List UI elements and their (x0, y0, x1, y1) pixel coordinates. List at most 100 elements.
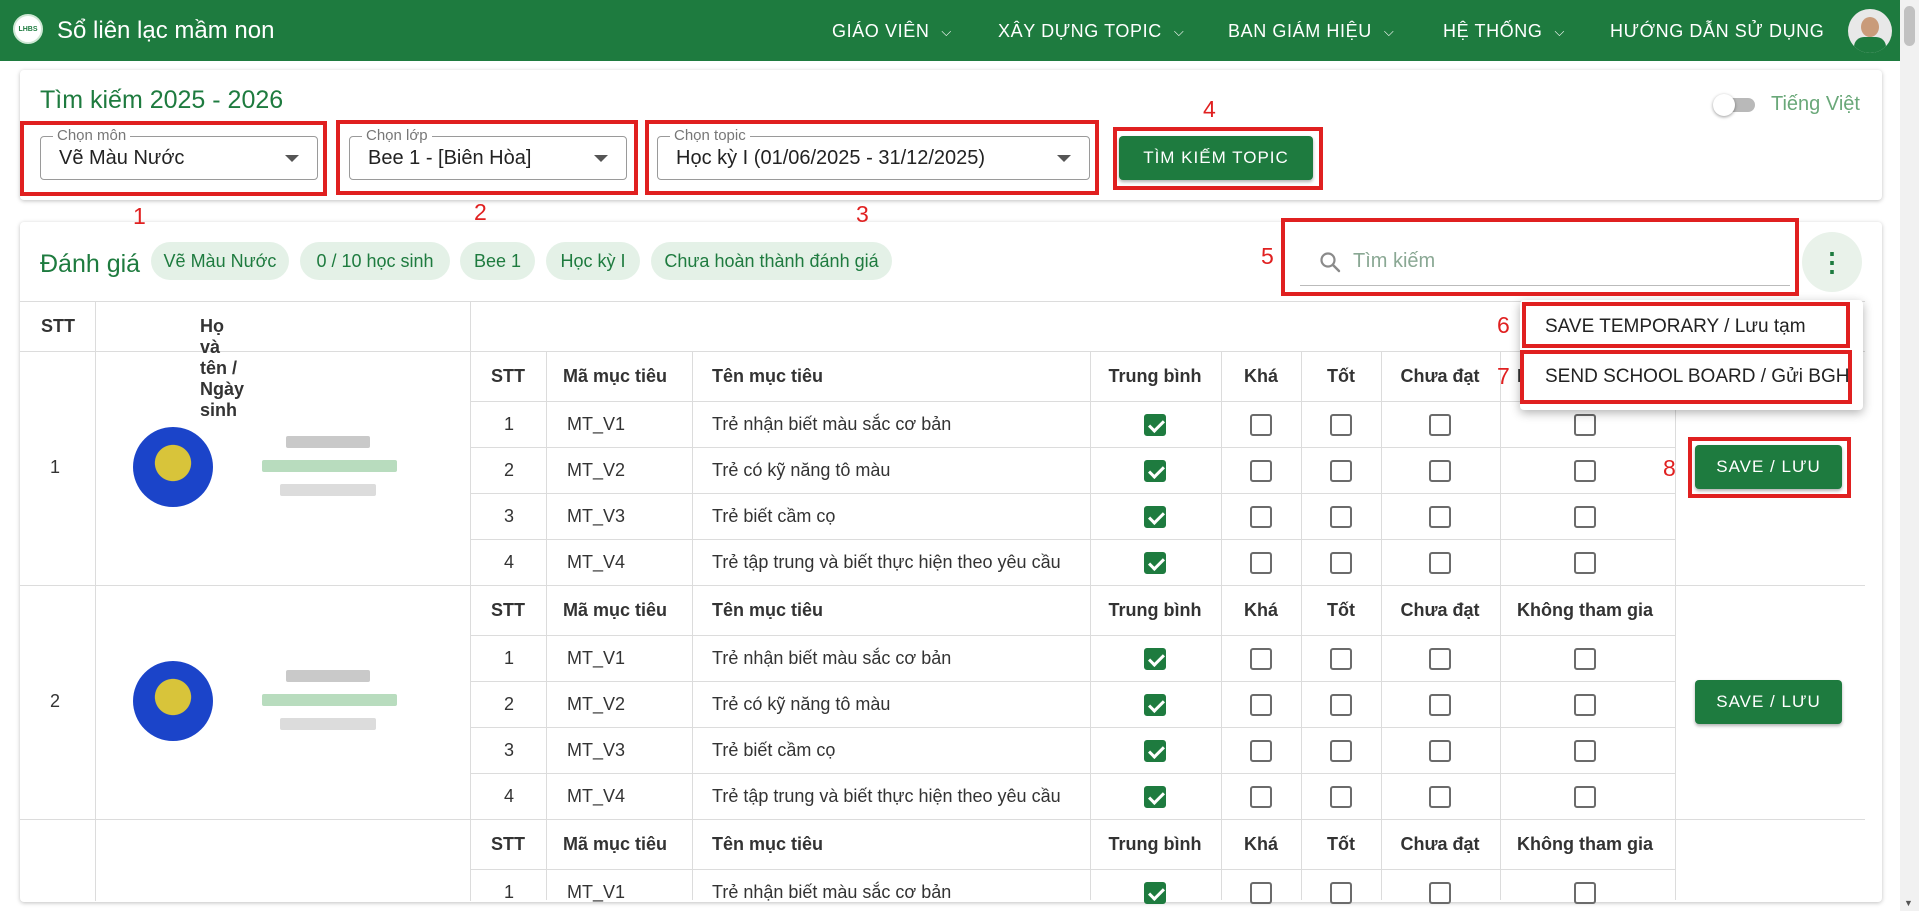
rating-checkbox[interactable] (1330, 552, 1352, 574)
sub-header-6: Chưa đạt (1400, 600, 1480, 620)
rating-checkbox[interactable] (1144, 694, 1166, 716)
row-divider (470, 819, 1675, 820)
save-student-button[interactable]: SAVE / LƯU (1695, 680, 1842, 724)
chevron-down-icon: ⌵ (1554, 23, 1565, 39)
sub-header-2: Tên mục tiêu (712, 366, 824, 386)
nav-build-topic[interactable]: XÂY DỰNG TOPIC ⌵ (998, 21, 1184, 42)
rating-checkbox[interactable] (1330, 694, 1352, 716)
rating-checkbox[interactable] (1574, 786, 1596, 808)
more-options-icon[interactable]: ⋮ (1802, 232, 1862, 292)
rating-checkbox[interactable] (1250, 882, 1272, 904)
sub-header-6: Chưa đạt (1400, 366, 1480, 386)
rating-checkbox[interactable] (1429, 506, 1451, 528)
sub-header-5: Tốt (1327, 600, 1355, 620)
goal-code: MT_V2 (567, 460, 626, 480)
rating-checkbox[interactable] (1144, 460, 1166, 482)
rating-checkbox[interactable] (1429, 552, 1451, 574)
rating-checkbox[interactable] (1574, 694, 1596, 716)
sub-header-6: Chưa đạt (1400, 834, 1480, 854)
rating-checkbox[interactable] (1144, 740, 1166, 762)
language-toggle[interactable] (1713, 94, 1759, 116)
student-stt: 1 (50, 457, 61, 477)
goal-code: MT_V4 (567, 786, 626, 806)
student-avatar (133, 661, 213, 741)
goal-stt: 3 (504, 506, 515, 526)
goal-name: Trẻ tập trung và biết thực hiện theo yêu… (712, 552, 1061, 572)
nav-label: XÂY DỰNG TOPIC (998, 21, 1162, 41)
goal-code: MT_V1 (567, 882, 626, 902)
scroll-down-arrow-icon[interactable]: ▼ (1904, 898, 1913, 908)
annotation-number-4: 4 (1203, 96, 1216, 122)
goal-code: MT_V2 (567, 694, 626, 714)
annotation-number-2: 2 (474, 199, 487, 225)
rating-checkbox[interactable] (1250, 694, 1272, 716)
rating-checkbox[interactable] (1250, 786, 1272, 808)
goal-code: MT_V1 (567, 414, 626, 434)
rating-checkbox[interactable] (1574, 414, 1596, 436)
annotation-box-5 (1281, 218, 1799, 296)
page-scrollbar[interactable]: ▼ (1900, 0, 1919, 911)
rating-checkbox[interactable] (1330, 414, 1352, 436)
annotation-box-3 (645, 120, 1099, 195)
nav-label: GIÁO VIÊN (832, 21, 930, 41)
chevron-down-icon: ⌵ (941, 23, 952, 39)
rating-checkbox[interactable] (1429, 786, 1451, 808)
rating-checkbox[interactable] (1144, 882, 1166, 904)
rating-checkbox[interactable] (1250, 648, 1272, 670)
row-divider (470, 635, 1675, 636)
rating-checkbox[interactable] (1330, 740, 1352, 762)
row-divider (470, 727, 1675, 728)
nav-guide[interactable]: HƯỚNG DẪN SỬ DỤNG (1610, 21, 1824, 42)
rating-checkbox[interactable] (1429, 740, 1451, 762)
rating-checkbox[interactable] (1144, 414, 1166, 436)
nav-system[interactable]: HỆ THỐNG ⌵ (1443, 21, 1565, 42)
sub-header-0: STT (491, 366, 525, 386)
rating-checkbox[interactable] (1330, 648, 1352, 670)
user-avatar[interactable] (1848, 9, 1892, 53)
chip-class: Bee 1 (460, 242, 535, 280)
annotation-box-4 (1113, 127, 1323, 190)
rating-checkbox[interactable] (1144, 506, 1166, 528)
rating-checkbox[interactable] (1574, 648, 1596, 670)
sub-header-1: Mã mục tiêu (562, 600, 668, 620)
rating-checkbox[interactable] (1429, 882, 1451, 904)
goal-code: MT_V1 (567, 648, 626, 668)
column-divider (1221, 586, 1222, 819)
rating-checkbox[interactable] (1144, 786, 1166, 808)
rating-checkbox[interactable] (1429, 648, 1451, 670)
rating-checkbox[interactable] (1574, 882, 1596, 904)
rating-checkbox[interactable] (1330, 786, 1352, 808)
rating-checkbox[interactable] (1144, 648, 1166, 670)
chevron-down-icon: ⌵ (1383, 23, 1395, 39)
student-stt: 2 (50, 691, 61, 711)
app-logo[interactable]: LHBS (13, 14, 43, 44)
rating-checkbox[interactable] (1330, 882, 1352, 904)
rating-checkbox[interactable] (1250, 414, 1272, 436)
blurred-student-dob (280, 484, 376, 496)
rating-checkbox[interactable] (1429, 694, 1451, 716)
annotation-box-1 (20, 121, 327, 196)
nav-label: BAN GIÁM HIỆU (1228, 21, 1372, 41)
rating-checkbox[interactable] (1250, 552, 1272, 574)
rating-checkbox[interactable] (1429, 460, 1451, 482)
rating-checkbox[interactable] (1330, 506, 1352, 528)
blurred-student-code (286, 670, 370, 682)
scrollbar-thumb[interactable] (1904, 6, 1915, 46)
rating-checkbox[interactable] (1144, 552, 1166, 574)
goal-name: Trẻ có kỹ năng tô màu (712, 460, 891, 480)
rating-checkbox[interactable] (1250, 506, 1272, 528)
rating-checkbox[interactable] (1574, 552, 1596, 574)
row-divider (470, 539, 1675, 540)
rating-checkbox[interactable] (1330, 460, 1352, 482)
rating-checkbox[interactable] (1250, 460, 1272, 482)
rating-checkbox[interactable] (1574, 460, 1596, 482)
goal-stt: 4 (504, 552, 515, 572)
nav-teacher[interactable]: GIÁO VIÊN ⌵ (832, 21, 952, 42)
sub-header-4: Khá (1243, 834, 1279, 854)
app-title[interactable]: Sổ liên lạc mầm non (57, 17, 274, 45)
rating-checkbox[interactable] (1250, 740, 1272, 762)
rating-checkbox[interactable] (1574, 740, 1596, 762)
nav-board[interactable]: BAN GIÁM HIỆU ⌵ (1228, 21, 1394, 42)
rating-checkbox[interactable] (1574, 506, 1596, 528)
rating-checkbox[interactable] (1429, 414, 1451, 436)
